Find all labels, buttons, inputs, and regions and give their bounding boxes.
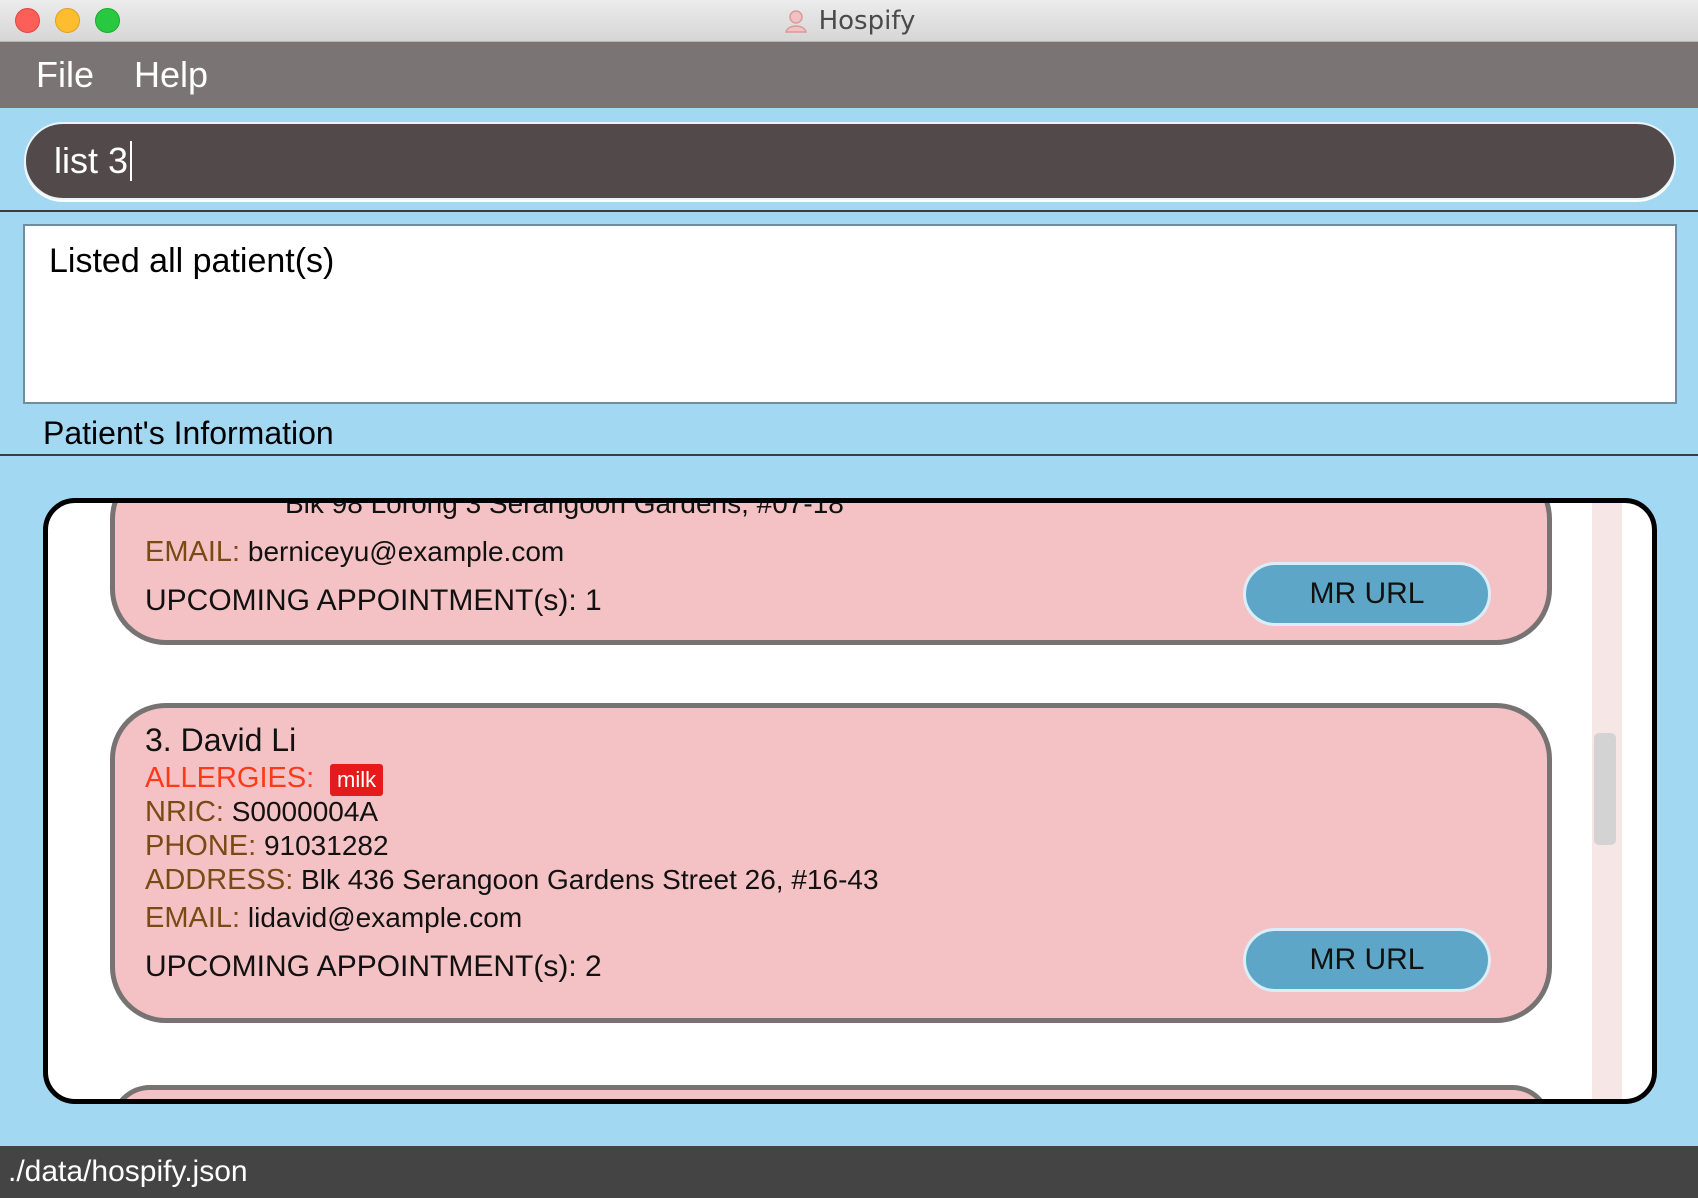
command-area: list 3 [0,108,1698,212]
email-label: EMAIL: [145,902,241,934]
status-bar: ./data/hospify.json [0,1146,1698,1198]
address-label: ADDRESS: [145,864,294,896]
patient-address-row: ADDRESS: Blk 436 Serangoon Gardens Stree… [145,864,879,897]
patient-email-row: EMAIL: lidavid@example.com [145,902,522,935]
mr-url-button[interactable]: MR URL [1243,562,1491,626]
menu-bar: File Help [0,42,1698,108]
hospify-logo-icon [784,10,807,33]
patient-list[interactable]: Blk 98 Lorong 3 Serangoon Gardens, #07-1… [43,498,1657,1104]
patient-card [110,1085,1552,1099]
command-text: list 3 [54,140,129,181]
data-file-path: ./data/hospify.json [8,1155,248,1188]
patient-address-value: Blk 436 Serangoon Gardens Street 26, #16… [301,864,879,895]
menu-file[interactable]: File [36,54,94,96]
patient-address-value: Blk 98 Lorong 3 Serangoon Gardens, #07-1… [285,498,844,519]
menu-help[interactable]: Help [134,54,208,96]
section-title: Patient's Information [43,415,334,451]
patient-nric-value: S0000004A [231,796,379,827]
result-display: Listed all patient(s) [23,224,1677,404]
email-label: EMAIL: [145,536,241,568]
patient-phone-value: 91031282 [263,830,389,861]
phone-label: PHONE: [145,830,257,862]
patient-phone-row: PHONE: 91031282 [145,830,389,863]
title-bar: Hospify [0,0,1698,42]
allergies-label: ALLERGIES: [145,762,315,794]
nric-label: NRIC: [145,796,224,828]
window-title-group: Hospify [0,0,1698,42]
section-divider [0,454,1698,456]
command-input[interactable]: list 3 [24,122,1676,200]
patient-email-row: EMAIL: berniceyu@example.com [145,536,564,569]
scrollbar-thumb[interactable] [1594,733,1616,845]
patient-email-value: berniceyu@example.com [247,536,565,567]
text-caret [130,141,133,181]
mr-url-button[interactable]: MR URL [1243,928,1491,992]
patient-name: 3. David Li [145,722,297,758]
patient-appointments: UPCOMING APPOINTMENT(s): 2 [145,950,602,983]
patient-card: 3. David Li ALLERGIES: milk NRIC: S00000… [110,703,1552,1023]
result-message: Listed all patient(s) [49,242,335,280]
patient-nric-row: NRIC: S0000004A [145,796,378,829]
window-title: Hospify [818,6,916,36]
patient-allergies-row: ALLERGIES: milk [145,762,384,796]
patient-email-value: lidavid@example.com [247,902,523,933]
patient-card: Blk 98 Lorong 3 Serangoon Gardens, #07-1… [110,498,1552,645]
patient-appointments: UPCOMING APPOINTMENT(s): 1 [145,584,602,617]
allergy-tag: milk [330,763,384,796]
